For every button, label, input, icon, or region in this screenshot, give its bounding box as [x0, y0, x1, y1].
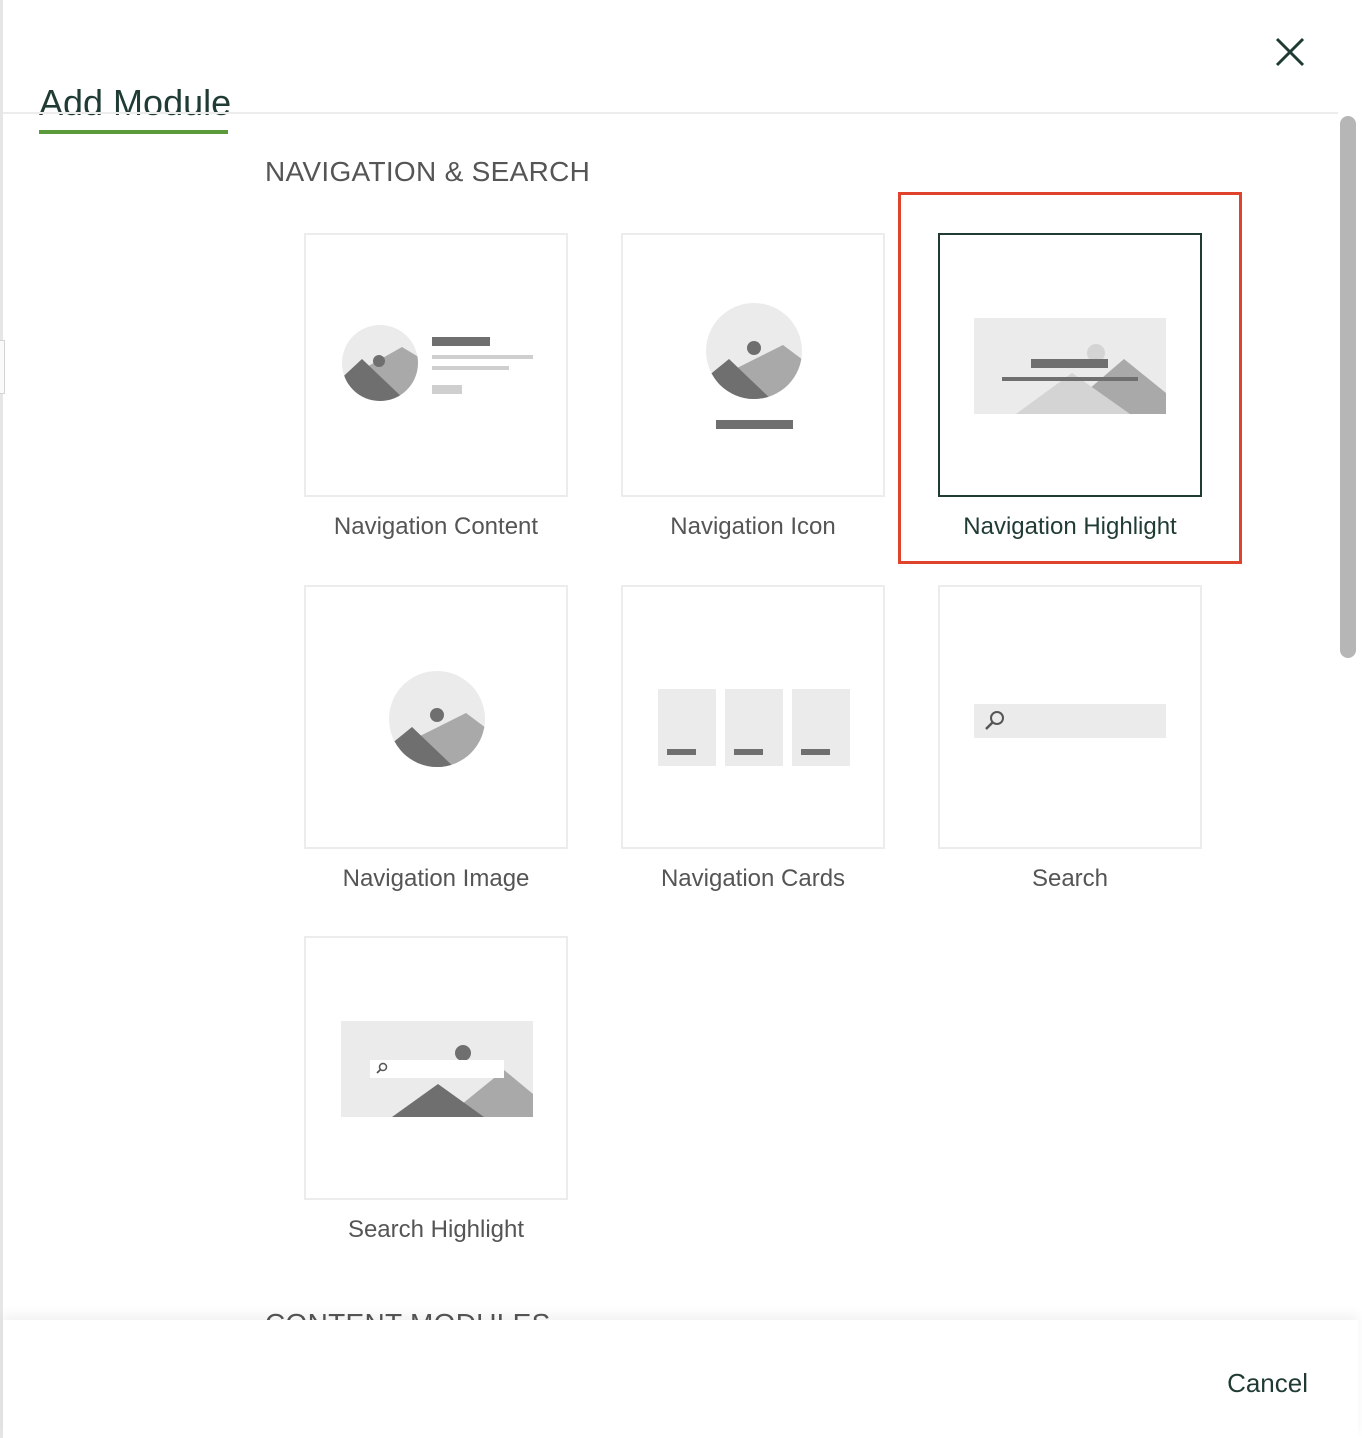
module-label: Search Highlight	[347, 1216, 525, 1243]
module-thumbnail	[938, 233, 1202, 497]
navigation-image-icon	[389, 671, 485, 767]
close-icon	[1275, 37, 1305, 67]
header-divider	[3, 112, 1338, 114]
cancel-button[interactable]: Cancel	[1227, 1368, 1308, 1399]
title-underline	[39, 130, 228, 134]
module-label: Navigation Content	[333, 513, 539, 540]
close-button[interactable]	[1266, 28, 1314, 76]
navigation-icon-icon	[706, 303, 802, 429]
dialog-footer: Cancel	[3, 1320, 1358, 1438]
module-thumbnail	[621, 233, 885, 497]
module-label: Navigation Cards	[660, 865, 846, 892]
module-label: Navigation Highlight	[963, 513, 1177, 540]
module-label: Navigation Image	[342, 865, 530, 892]
search-highlight-icon	[341, 1021, 533, 1117]
scrollbar-thumb[interactable]	[1340, 116, 1356, 658]
background-tab	[0, 340, 5, 394]
search-module-icon	[974, 704, 1166, 738]
section-title-navigation-search: NAVIGATION & SEARCH	[265, 156, 591, 187]
module-thumbnail	[621, 585, 885, 849]
left-edge	[0, 0, 3, 1438]
module-thumbnail	[938, 585, 1202, 849]
module-thumbnail	[304, 936, 568, 1200]
dialog-title: Add Module	[39, 82, 232, 123]
module-thumbnail	[304, 233, 568, 497]
module-label: Navigation Icon	[670, 513, 836, 540]
navigation-content-icon	[342, 325, 533, 401]
navigation-highlight-icon	[974, 318, 1166, 414]
module-thumbnail	[304, 585, 568, 849]
module-label: Search	[1031, 865, 1109, 892]
navigation-cards-icon	[658, 689, 850, 766]
